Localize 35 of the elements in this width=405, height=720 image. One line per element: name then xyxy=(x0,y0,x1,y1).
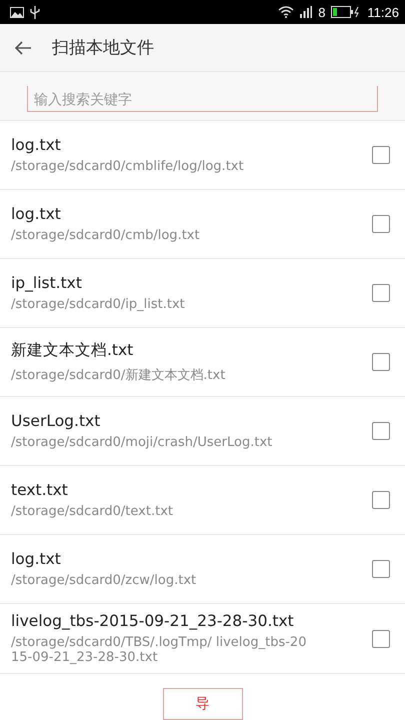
usb-icon xyxy=(30,6,40,18)
checkbox[interactable] xyxy=(372,284,390,302)
file-name: livelog_tbs-2015-09-21_23-28-30.txt xyxy=(11,612,295,630)
file-path: /storage/sdcard0/zcw/log.txt xyxy=(11,573,198,588)
file-name: UserLog.txt xyxy=(11,412,102,430)
file-name: log.txt xyxy=(11,136,62,154)
file-path: /storage/sdcard0/text.txt xyxy=(11,504,174,519)
checkbox[interactable] xyxy=(372,560,390,578)
signal-icon xyxy=(300,6,312,18)
checkbox[interactable] xyxy=(372,422,390,440)
file-name: ip_list.txt xyxy=(11,274,83,292)
checkbox[interactable] xyxy=(372,491,390,509)
import-button[interactable]: 导 xyxy=(162,688,242,720)
search-field[interactable]: 输入搜索关键字 xyxy=(27,86,378,112)
back-button[interactable] xyxy=(12,38,34,56)
file-path: /storage/sdcard0/cmb/log.txt xyxy=(11,228,201,243)
file-path: /storage/sdcard0/新建文本文档.txt xyxy=(11,367,226,384)
file-name: log.txt xyxy=(11,205,62,223)
checkbox[interactable] xyxy=(372,353,390,371)
clock: 11:26 xyxy=(367,4,399,20)
checkbox[interactable] xyxy=(372,630,390,648)
page-title: 扫描本地文件 xyxy=(52,37,154,59)
file-name: text.txt xyxy=(11,481,69,499)
checkbox[interactable] xyxy=(372,146,390,164)
checkbox[interactable] xyxy=(372,215,390,233)
battery-percent: 8 xyxy=(318,4,326,20)
file-path: /storage/sdcard0/moji/crash/UserLog.txt xyxy=(11,435,274,450)
battery-charging-icon xyxy=(331,6,362,18)
file-path: /storage/sdcard0/TBS/.logTmp/ livelog_tbs-2015-09-21_23-28-30.txt xyxy=(11,635,308,665)
file-name: 新建文本文档.txt xyxy=(11,340,134,361)
wifi-icon xyxy=(278,6,294,18)
image-icon xyxy=(10,6,24,18)
file-name: log.txt xyxy=(11,550,62,568)
file-path: /storage/sdcard0/cmblife/log/log.txt xyxy=(11,159,245,174)
file-path: /storage/sdcard0/ip_list.txt xyxy=(11,297,186,312)
